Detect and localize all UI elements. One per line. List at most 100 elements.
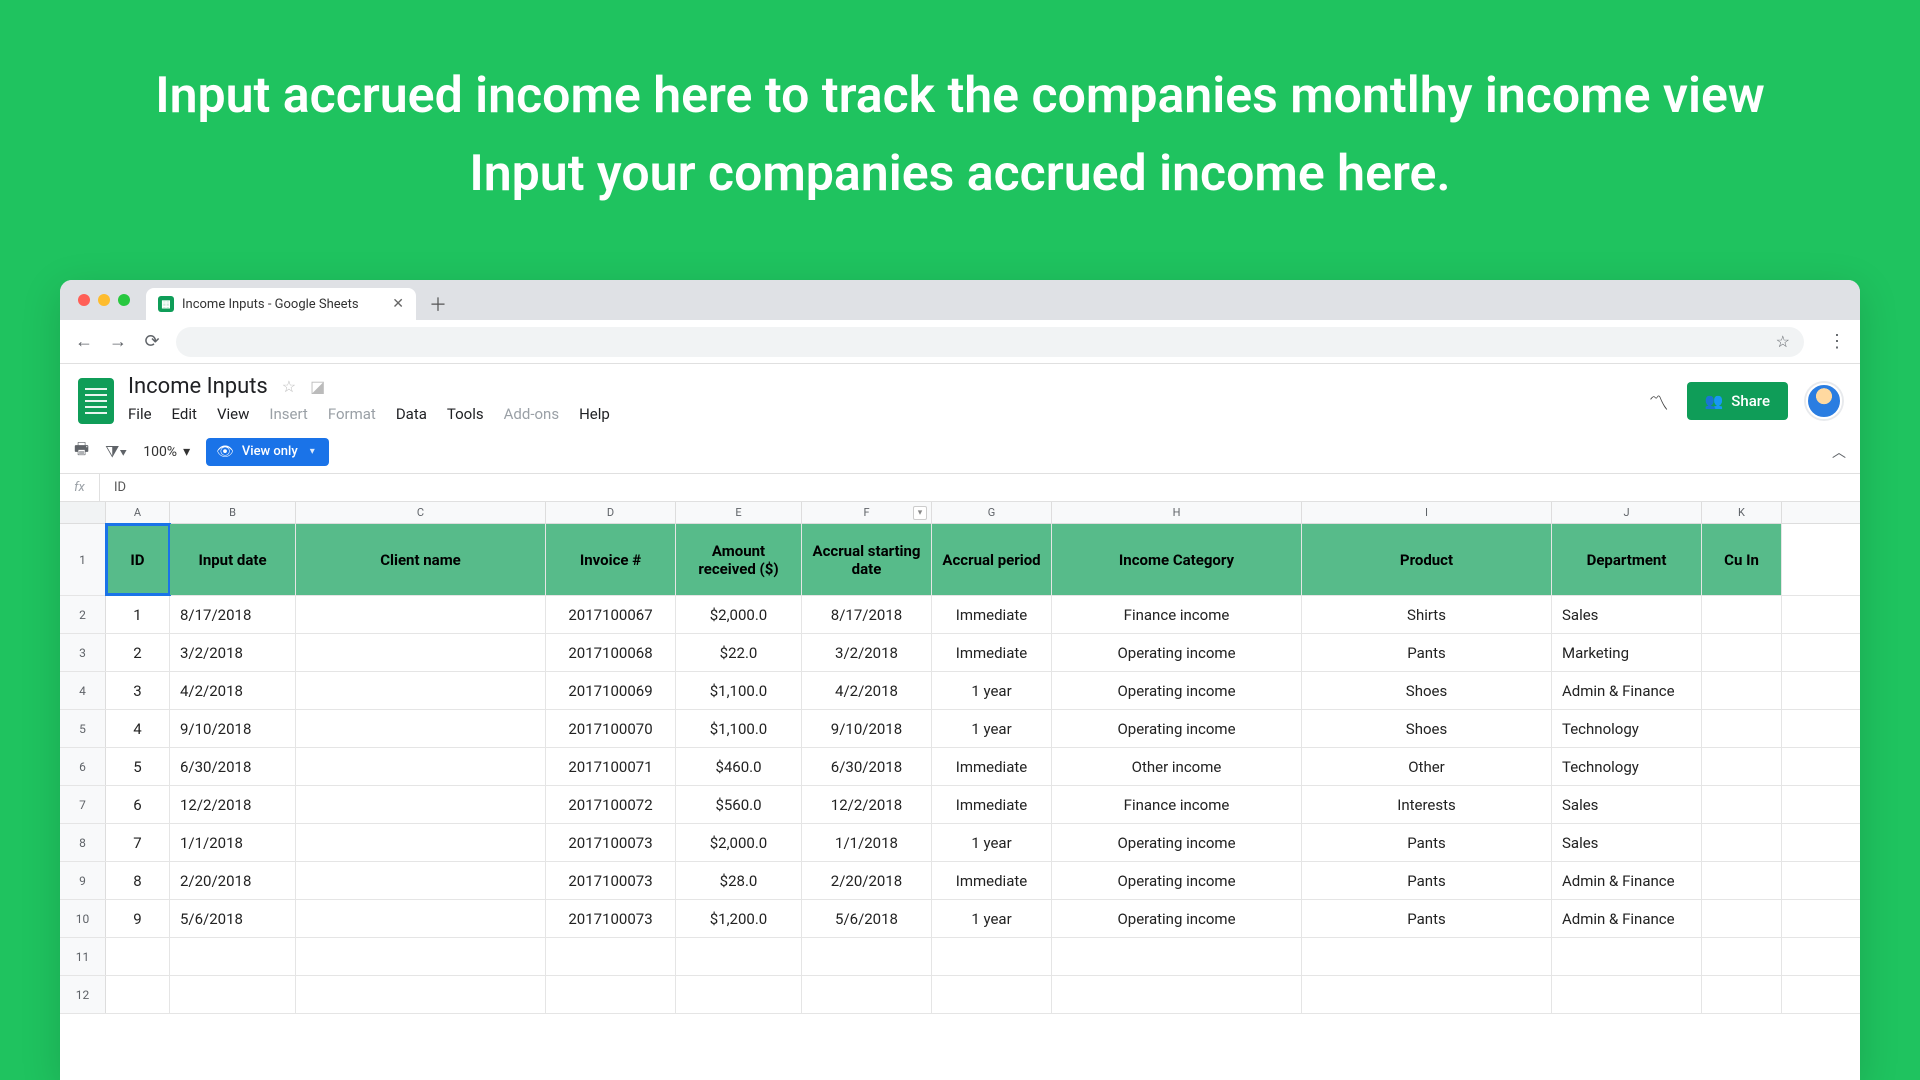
cell[interactable]: Operating income bbox=[1052, 672, 1302, 709]
cell[interactable] bbox=[106, 976, 170, 1013]
cell[interactable]: 2/20/2018 bbox=[802, 862, 932, 899]
cell[interactable]: Pants bbox=[1302, 634, 1552, 671]
cell[interactable] bbox=[1302, 938, 1552, 975]
cell[interactable]: Admin & Finance bbox=[1552, 900, 1702, 937]
tab-close-icon[interactable]: ✕ bbox=[392, 296, 404, 312]
cell[interactable]: Admin & Finance bbox=[1552, 672, 1702, 709]
activity-icon[interactable]: 〽 bbox=[1649, 387, 1669, 416]
menu-insert[interactable]: Insert bbox=[269, 405, 307, 423]
cell[interactable]: Technology bbox=[1552, 748, 1702, 785]
header-cell[interactable]: Department bbox=[1552, 524, 1702, 595]
cell[interactable] bbox=[676, 976, 802, 1013]
star-document-icon[interactable]: ☆ bbox=[282, 377, 296, 396]
cell[interactable]: 2017100069 bbox=[546, 672, 676, 709]
cell[interactable]: 2 bbox=[106, 634, 170, 671]
cell[interactable]: 7 bbox=[106, 824, 170, 861]
cell[interactable] bbox=[296, 900, 546, 937]
new-tab-button[interactable]: ＋ bbox=[424, 290, 452, 318]
menu-tools[interactable]: Tools bbox=[447, 405, 484, 423]
cell[interactable]: 3/2/2018 bbox=[170, 634, 296, 671]
header-cell[interactable]: Input date bbox=[170, 524, 296, 595]
column-filter-icon[interactable]: ▾ bbox=[913, 506, 927, 520]
cell[interactable] bbox=[296, 862, 546, 899]
cell[interactable] bbox=[676, 938, 802, 975]
cell[interactable]: 2017100068 bbox=[546, 634, 676, 671]
menu-format[interactable]: Format bbox=[328, 405, 376, 423]
row-number[interactable]: 8 bbox=[60, 824, 106, 861]
row-number[interactable]: 10 bbox=[60, 900, 106, 937]
filter-icon[interactable]: ⧩▾ bbox=[105, 442, 127, 462]
cell[interactable]: Other bbox=[1302, 748, 1552, 785]
cell[interactable]: Immediate bbox=[932, 748, 1052, 785]
cell[interactable]: $22.0 bbox=[676, 634, 802, 671]
cell[interactable]: 2017100067 bbox=[546, 596, 676, 633]
row-number[interactable]: 1 bbox=[60, 524, 106, 595]
cell[interactable]: Finance income bbox=[1052, 596, 1302, 633]
column-header-I[interactable]: I bbox=[1302, 502, 1552, 523]
header-cell[interactable]: Accrual starting date bbox=[802, 524, 932, 595]
cell[interactable]: 4 bbox=[106, 710, 170, 747]
cell[interactable]: 1 year bbox=[932, 900, 1052, 937]
cell[interactable] bbox=[296, 634, 546, 671]
column-header-B[interactable]: B bbox=[170, 502, 296, 523]
cell[interactable]: $560.0 bbox=[676, 786, 802, 823]
cell[interactable] bbox=[296, 710, 546, 747]
header-cell[interactable]: Accrual period bbox=[932, 524, 1052, 595]
select-all-corner[interactable] bbox=[60, 502, 106, 523]
cell[interactable] bbox=[1052, 938, 1302, 975]
cell[interactable]: Operating income bbox=[1052, 824, 1302, 861]
header-cell[interactable]: Invoice # bbox=[546, 524, 676, 595]
view-only-badge[interactable]: 👁 View only ▾ bbox=[206, 438, 329, 466]
cell[interactable]: 2017100073 bbox=[546, 862, 676, 899]
cell[interactable]: 5/6/2018 bbox=[802, 900, 932, 937]
cell[interactable] bbox=[296, 824, 546, 861]
cell[interactable]: $1,200.0 bbox=[676, 900, 802, 937]
menu-view[interactable]: View bbox=[217, 405, 249, 423]
cell[interactable] bbox=[106, 938, 170, 975]
cell[interactable]: 2017100073 bbox=[546, 824, 676, 861]
column-header-D[interactable]: D bbox=[546, 502, 676, 523]
cell[interactable]: 6 bbox=[106, 786, 170, 823]
cell[interactable] bbox=[296, 938, 546, 975]
nav-reload-icon[interactable]: ⟳ bbox=[142, 331, 162, 352]
cell[interactable]: Operating income bbox=[1052, 710, 1302, 747]
cell[interactable]: $2,000.0 bbox=[676, 596, 802, 633]
header-cell[interactable]: Income Category bbox=[1052, 524, 1302, 595]
row-number[interactable]: 7 bbox=[60, 786, 106, 823]
cell[interactable]: $460.0 bbox=[676, 748, 802, 785]
menu-edit[interactable]: Edit bbox=[172, 405, 197, 423]
cell[interactable] bbox=[1702, 862, 1782, 899]
cell[interactable]: 3 bbox=[106, 672, 170, 709]
cell[interactable]: Operating income bbox=[1052, 862, 1302, 899]
cell[interactable]: 4/2/2018 bbox=[802, 672, 932, 709]
cell[interactable]: Immediate bbox=[932, 862, 1052, 899]
cell[interactable]: 1 year bbox=[932, 824, 1052, 861]
cell[interactable] bbox=[1302, 976, 1552, 1013]
cell[interactable]: Immediate bbox=[932, 634, 1052, 671]
cell[interactable]: 12/2/2018 bbox=[802, 786, 932, 823]
cell[interactable]: Operating income bbox=[1052, 900, 1302, 937]
cell[interactable]: Sales bbox=[1552, 824, 1702, 861]
cell[interactable] bbox=[932, 976, 1052, 1013]
cell[interactable]: Technology bbox=[1552, 710, 1702, 747]
close-window-icon[interactable] bbox=[78, 294, 90, 306]
cell[interactable]: 6/30/2018 bbox=[170, 748, 296, 785]
cell[interactable]: Interests bbox=[1302, 786, 1552, 823]
menu-help[interactable]: Help bbox=[579, 405, 610, 423]
cell[interactable]: 6/30/2018 bbox=[802, 748, 932, 785]
header-cell[interactable]: Cu In bbox=[1702, 524, 1782, 595]
collapse-toolbar-icon[interactable]: ︿ bbox=[1832, 442, 1846, 462]
cell[interactable] bbox=[1702, 672, 1782, 709]
row-number[interactable]: 4 bbox=[60, 672, 106, 709]
cell[interactable] bbox=[170, 976, 296, 1013]
cell[interactable]: 1 bbox=[106, 596, 170, 633]
cell[interactable] bbox=[296, 672, 546, 709]
cell[interactable]: Sales bbox=[1552, 596, 1702, 633]
row-number[interactable]: 11 bbox=[60, 938, 106, 975]
cell[interactable]: 8/17/2018 bbox=[802, 596, 932, 633]
cell[interactable]: 1 year bbox=[932, 710, 1052, 747]
row-number[interactable]: 2 bbox=[60, 596, 106, 633]
column-header-F[interactable]: F▾ bbox=[802, 502, 932, 523]
row-number[interactable]: 6 bbox=[60, 748, 106, 785]
cell[interactable] bbox=[296, 748, 546, 785]
